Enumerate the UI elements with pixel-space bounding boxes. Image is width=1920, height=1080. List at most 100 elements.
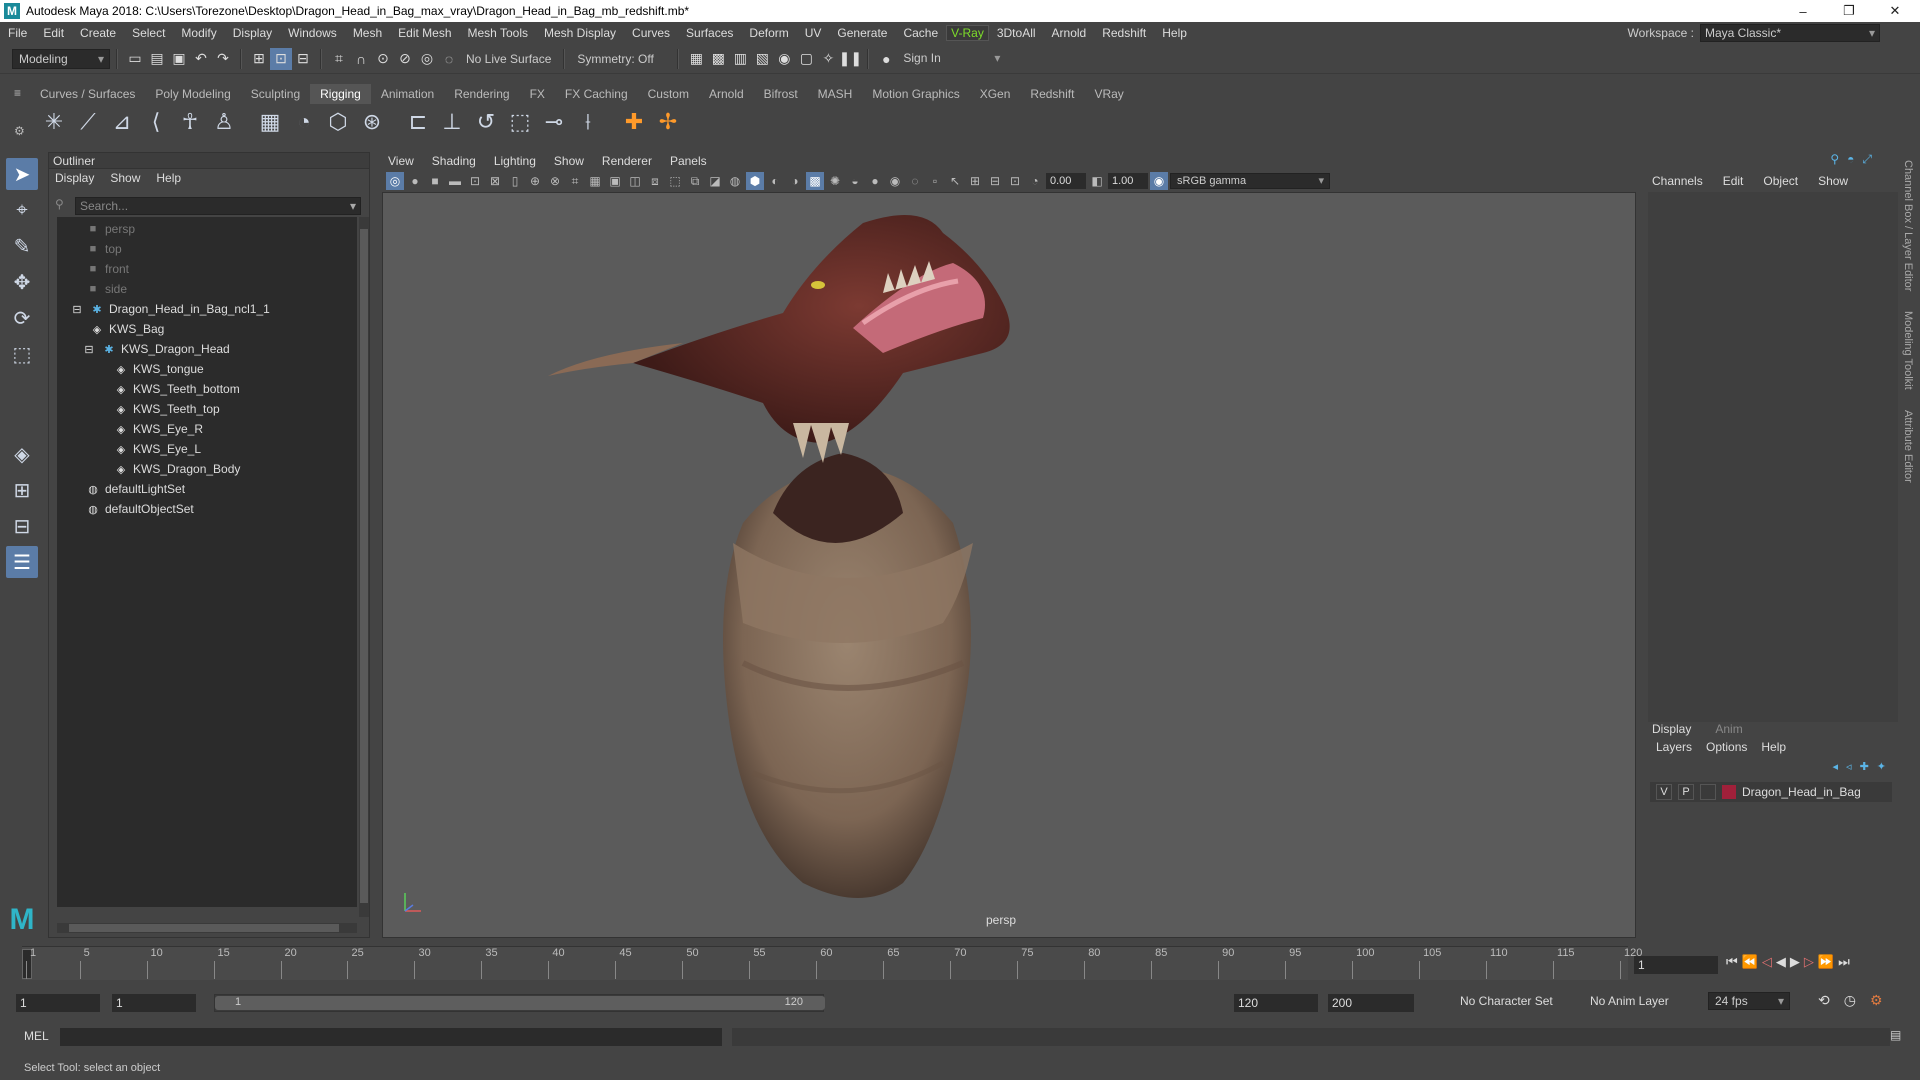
scrollbar-thumb[interactable] [69, 924, 339, 932]
screen-space-ao-icon[interactable]: ◍ [726, 172, 744, 190]
render-settings-icon[interactable]: ▧ [751, 48, 773, 70]
shelf-tab-motion-graphics[interactable]: Motion Graphics [862, 84, 969, 104]
outliner-menu-show[interactable]: Show [110, 171, 140, 185]
live-surface-field[interactable]: No Live Surface [460, 52, 557, 66]
animation-start-field[interactable]: 1 [16, 994, 100, 1012]
shelf-tab-fx[interactable]: FX [520, 84, 555, 104]
single-view-icon[interactable]: ◈ [6, 438, 38, 470]
outliner-item-dragon-group[interactable]: ⊟ ✱ Dragon_Head_in_Bag_ncl1_1 [69, 299, 269, 319]
menu-generate[interactable]: Generate [829, 26, 895, 40]
mirror-joint-icon[interactable]: ⟨ [142, 108, 170, 136]
outliner-item-default-light-set[interactable]: ◍ defaultLightSet [85, 479, 185, 499]
lattice-icon[interactable]: ⬡ [324, 108, 352, 136]
shelf-tab-rigging[interactable]: Rigging [310, 84, 371, 104]
two-view-icon[interactable]: ⊟ [6, 510, 38, 542]
xray-joints-icon[interactable]: ◑ [786, 172, 804, 190]
playback-start-field[interactable]: 1 [112, 994, 196, 1012]
menu-edit-mesh[interactable]: Edit Mesh [390, 26, 459, 40]
shadows-icon[interactable]: ◪ [706, 172, 724, 190]
viewport-3d[interactable]: persp [382, 192, 1636, 938]
symmetry-dropdown[interactable]: Symmetry: Off [571, 52, 671, 66]
outliner-item-kws-dragon-body[interactable]: ◈ KWS_Dragon_Body [113, 459, 241, 479]
collapse-icon[interactable]: ⊟ [81, 343, 97, 356]
shelf-tab-vray[interactable]: VRay [1084, 84, 1133, 104]
display-layer-row[interactable]: V P Dragon_Head_in_Bag [1650, 782, 1892, 802]
scrollbar-thumb[interactable] [360, 229, 368, 903]
scale-constraint-icon[interactable]: ⬚ [506, 108, 534, 136]
collapse-icon[interactable]: ⊟ [69, 303, 85, 316]
open-scene-icon[interactable]: ▤ [146, 48, 168, 70]
menu-redshift[interactable]: Redshift [1094, 26, 1154, 40]
time-slider[interactable]: 1 5 10 15 20 25 30 35 40 45 50 55 60 65 70 75 80 85 90 95 10… [22, 946, 1642, 980]
shelf-tab-rendering[interactable]: Rendering [444, 84, 519, 104]
shelf-options-icon[interactable]: ⚙ [14, 124, 34, 138]
menu-uv[interactable]: UV [797, 26, 830, 40]
hypershade-icon[interactable]: ◉ [773, 48, 795, 70]
frame-region-icon[interactable]: ⊡ [1006, 172, 1024, 190]
paint-select-icon[interactable]: ✎ [6, 230, 38, 262]
orient-constraint-icon[interactable]: ↺ [472, 108, 500, 136]
wireframe-on-shaded-icon[interactable]: ⧈ [646, 172, 664, 190]
exposure-field[interactable]: 0.00 [1046, 173, 1086, 189]
script-language-label[interactable]: MEL [24, 1029, 49, 1043]
shelf-tab-custom[interactable]: Custom [638, 84, 699, 104]
grid-icon[interactable]: ⌗ [566, 172, 584, 190]
component-icon[interactable]: ◌ [906, 172, 924, 190]
shelf-tab-arnold[interactable]: Arnold [699, 84, 754, 104]
new-scene-icon[interactable]: ▭ [124, 48, 146, 70]
outliner-item-kws-eye-l[interactable]: ◈ KWS_Eye_L [113, 439, 201, 459]
render-current-icon[interactable]: ▩ [707, 48, 729, 70]
outliner-menu-display[interactable]: Display [55, 171, 94, 185]
viewport-menu-show[interactable]: Show [554, 154, 584, 168]
menu-mesh-tools[interactable]: Mesh Tools [460, 26, 536, 40]
locator-icon[interactable]: ✚ [620, 108, 648, 136]
view-transform-dropdown[interactable]: sRGB gamma [1170, 173, 1330, 189]
select-object-icon[interactable]: ⊡ [270, 47, 292, 70]
color-management-icon[interactable]: ◉ [1150, 172, 1168, 190]
outliner-item-side[interactable]: ■ side [85, 279, 127, 299]
menu-deform[interactable]: Deform [741, 26, 796, 40]
snap-live-icon[interactable]: ◌ [438, 48, 460, 70]
textured-icon[interactable]: ⬚ [666, 172, 684, 190]
camera-attributes-icon[interactable]: ● [406, 172, 424, 190]
step-back-frame-icon[interactable]: ◁ [1762, 954, 1772, 970]
xray-icon[interactable]: ◐ [766, 172, 784, 190]
menu-mesh-display[interactable]: Mesh Display [536, 26, 624, 40]
menu-3dtoall[interactable]: 3DtoAll [989, 26, 1044, 40]
filter-icon[interactable]: ⚲ [55, 197, 71, 215]
menu-display[interactable]: Display [225, 26, 280, 40]
menu-help[interactable]: Help [1154, 26, 1195, 40]
menu-create[interactable]: Create [72, 26, 124, 40]
pause-viewport-icon[interactable]: ❚❚ [839, 48, 862, 70]
select-hierarchy-icon[interactable]: ⊞ [248, 48, 270, 70]
humanik-icon[interactable]: ♙ [210, 108, 238, 136]
menu-edit[interactable]: Edit [35, 26, 72, 40]
ik-spline-icon[interactable]: ⊿ [108, 108, 136, 136]
outliner-vertical-scrollbar[interactable] [359, 217, 369, 917]
outliner-item-kws-dragon-head[interactable]: ⊟ ✱ KWS_Dragon_Head [81, 339, 229, 359]
script-editor-icon[interactable]: ▤ [1890, 1028, 1908, 1046]
lasso-tool-icon[interactable]: ⌖ [6, 194, 38, 226]
viewport-menu-shading[interactable]: Shading [432, 154, 476, 168]
outliner-item-kws-tongue[interactable]: ◈ KWS_tongue [113, 359, 204, 379]
anti-aliasing-icon[interactable]: ◒ [846, 172, 864, 190]
layer-display-type-toggle[interactable] [1700, 784, 1716, 800]
menu-vray[interactable]: V-Ray [946, 25, 989, 41]
field-chart-icon[interactable]: ⊕ [526, 172, 544, 190]
menu-curves[interactable]: Curves [624, 26, 678, 40]
viewport-menu-view[interactable]: View [388, 154, 414, 168]
new-layer-icon[interactable]: ✚ [1860, 760, 1869, 773]
animation-preferences-icon[interactable]: ⚙ [1870, 992, 1883, 1009]
range-slider-thumb[interactable] [215, 996, 825, 1010]
menu-surfaces[interactable]: Surfaces [678, 26, 741, 40]
layer-menu-layers[interactable]: Layers [1656, 740, 1692, 754]
play-backwards-icon[interactable]: ◀ [1776, 954, 1786, 970]
move-tool-icon[interactable]: ✥ [6, 266, 38, 298]
close-button[interactable]: ✕ [1872, 0, 1918, 22]
rotate-tool-icon[interactable]: ⟳ [6, 302, 38, 334]
parent-constraint-icon[interactable]: ⊏ [404, 108, 432, 136]
outliner-search-input[interactable]: Search... [75, 197, 361, 215]
outliner-item-top[interactable]: ■ top [85, 239, 122, 259]
channel-box-area[interactable] [1648, 192, 1898, 722]
point-constraint-icon[interactable]: ⊥ [438, 108, 466, 136]
